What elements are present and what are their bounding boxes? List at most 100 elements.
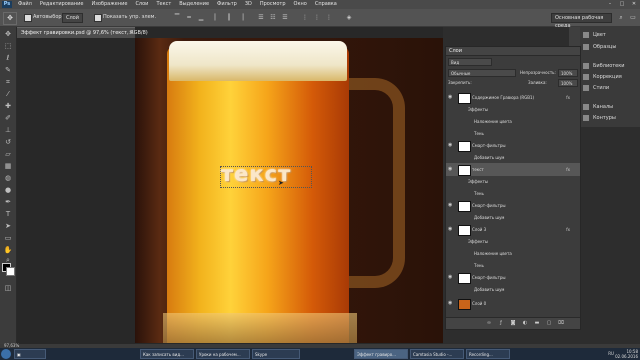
menu-3d[interactable]: 3D	[245, 0, 252, 9]
quick-mask-icon[interactable]: ◫	[3, 283, 13, 293]
align-bottom-icon[interactable]: ▁	[196, 13, 206, 22]
align-top-icon[interactable]: ▔	[172, 13, 182, 22]
workspace-dropdown[interactable]: Основная рабочая среда	[551, 13, 612, 29]
new-group-icon[interactable]: ▬	[534, 320, 540, 326]
right-dock: Цвет Образцы Библиотеки Коррекция Стили …	[580, 27, 640, 127]
menu-help[interactable]: Справка	[315, 0, 337, 9]
move-tool-icon[interactable]: ✥	[3, 29, 13, 39]
taskbar: ▣ Как записать вид... Уроки на рабочем..…	[0, 348, 640, 360]
taskbar-button[interactable]: Camtasia Studio -...	[410, 349, 464, 359]
lasso-tool-icon[interactable]: ℓ	[3, 53, 13, 63]
background-color-swatch[interactable]	[6, 267, 15, 276]
link-layers-icon[interactable]: ∞	[486, 320, 492, 326]
show-transform-label: Показать упр. элем.	[103, 14, 157, 20]
align-hcenter-icon[interactable]: ║	[224, 13, 234, 22]
document-close-icon[interactable]: ×	[129, 28, 133, 38]
menu-window[interactable]: Окно	[294, 0, 307, 9]
new-layer-icon[interactable]: ▢	[546, 320, 552, 326]
distribute-icon[interactable]: ☰	[280, 13, 290, 22]
blend-mode-dropdown[interactable]: Обычные	[448, 69, 516, 77]
document-tab[interactable]: Эффект гравировки.psd @ 97,6% (текст, RG…	[17, 27, 148, 38]
path-select-tool-icon[interactable]: ➤	[3, 221, 13, 231]
align-left-icon[interactable]: ▏	[212, 13, 222, 22]
eyedropper-tool-icon[interactable]: ⁄	[3, 89, 13, 99]
language-indicator[interactable]: RU	[608, 349, 614, 359]
brush-tool-icon[interactable]: ✐	[3, 113, 13, 123]
taskbar-button[interactable]: Как записать вид...	[140, 349, 194, 359]
mouse-cursor-icon: ➤	[278, 179, 284, 187]
move-tool-icon[interactable]: ✥	[3, 12, 17, 25]
menu-edit[interactable]: Редактирование	[40, 0, 84, 9]
layer-filter-dropdown[interactable]: Вид	[448, 58, 492, 66]
3d-mode-icon[interactable]: ◈	[344, 13, 354, 22]
blur-tool-icon[interactable]: ◍	[3, 173, 13, 183]
channels-icon	[583, 103, 589, 110]
delete-layer-icon[interactable]: ⌧	[558, 320, 564, 326]
close-button[interactable]: ✕	[630, 1, 638, 7]
styles-panel-button[interactable]: Стили	[583, 84, 640, 93]
menu-file[interactable]: Файл	[18, 0, 32, 9]
taskbar-button[interactable]: Уроки на рабочем...	[196, 349, 250, 359]
swatches-panel-button[interactable]: Образцы	[583, 43, 640, 52]
color-panel-button[interactable]: Цвет	[583, 31, 640, 40]
document-canvas[interactable]: текст ➤	[135, 38, 443, 343]
hand-tool-icon[interactable]: ✋	[3, 245, 13, 255]
workspace-icon[interactable]: ▭	[628, 13, 638, 22]
mug-handle	[343, 78, 405, 288]
quick-select-tool-icon[interactable]: ✎	[3, 65, 13, 75]
channels-panel-button[interactable]: Каналы	[583, 103, 640, 112]
taskbar-button[interactable]: Skype	[252, 349, 300, 359]
healing-tool-icon[interactable]: ✚	[3, 101, 13, 111]
menu-select[interactable]: Выделение	[179, 0, 209, 9]
marquee-tool-icon[interactable]: ⬚	[3, 41, 13, 51]
distribute-h-icon[interactable]: ⋮	[300, 13, 310, 22]
align-right-icon[interactable]: ▕	[236, 13, 246, 22]
start-button[interactable]	[1, 349, 11, 359]
smart-filter-item[interactable]: Добавить шум	[446, 283, 580, 296]
background-layer-row[interactable]: ◉ Слой 0	[446, 297, 580, 310]
dodge-tool-icon[interactable]: ●	[3, 185, 13, 195]
taskbar-app-icon[interactable]: ▣	[14, 349, 46, 359]
system-clock[interactable]: 10:58 02.06.2016	[615, 349, 638, 359]
distribute-h-icon[interactable]: ⋮	[312, 13, 322, 22]
menu-view[interactable]: Просмотр	[260, 0, 286, 9]
search-icon[interactable]: ⌕	[616, 13, 626, 22]
menu-type[interactable]: Текст	[156, 0, 171, 9]
align-vcenter-icon[interactable]: ═	[184, 13, 194, 22]
crop-tool-icon[interactable]: ⌗	[3, 77, 13, 87]
adjustment-layer-icon[interactable]: ◐	[522, 320, 528, 326]
auto-select-dropdown[interactable]: Слой	[62, 13, 83, 23]
history-brush-tool-icon[interactable]: ↺	[3, 137, 13, 147]
fill-field[interactable]: 100%	[558, 79, 578, 87]
show-transform-checkbox[interactable]	[94, 14, 102, 22]
menu-filter[interactable]: Фильтр	[217, 0, 237, 9]
taskbar-button-active[interactable]: Эффект гравиро...	[354, 349, 408, 359]
menu-layers[interactable]: Слои	[135, 0, 148, 9]
adjustments-panel-button[interactable]: Коррекция	[583, 73, 640, 82]
shape-tool-icon[interactable]: ▭	[3, 233, 13, 243]
styles-icon	[583, 84, 589, 91]
distribute-icon[interactable]: ☰	[256, 13, 266, 22]
engraved-text[interactable]: текст	[221, 162, 311, 186]
stamp-tool-icon[interactable]: ⊥	[3, 125, 13, 135]
opacity-field[interactable]: 100%	[558, 69, 578, 77]
auto-select-checkbox[interactable]	[24, 14, 32, 22]
distribute-icon[interactable]: ☷	[268, 13, 278, 22]
distribute-h-icon[interactable]: ⋮	[324, 13, 334, 22]
gradient-tool-icon[interactable]: ▦	[3, 161, 13, 171]
eraser-tool-icon[interactable]: ▱	[3, 149, 13, 159]
add-mask-icon[interactable]: ◙	[510, 320, 516, 326]
taskbar-button[interactable]: Recording...	[466, 349, 510, 359]
mug-bottom	[163, 313, 357, 343]
pen-tool-icon[interactable]: ✒	[3, 197, 13, 207]
minimize-button[interactable]: –	[606, 1, 614, 7]
type-tool-icon[interactable]: T	[3, 209, 13, 219]
libraries-panel-button[interactable]: Библиотеки	[583, 62, 640, 71]
add-style-icon[interactable]: ƒ	[498, 320, 504, 326]
menu-image[interactable]: Изображение	[91, 0, 127, 9]
maximize-button[interactable]: □	[618, 1, 626, 7]
layers-panel-header[interactable]: Слои	[446, 47, 580, 56]
paths-panel-button[interactable]: Контуры	[583, 114, 640, 123]
visibility-eye-icon[interactable]: ◉	[448, 297, 453, 310]
swatches-icon	[583, 43, 589, 50]
